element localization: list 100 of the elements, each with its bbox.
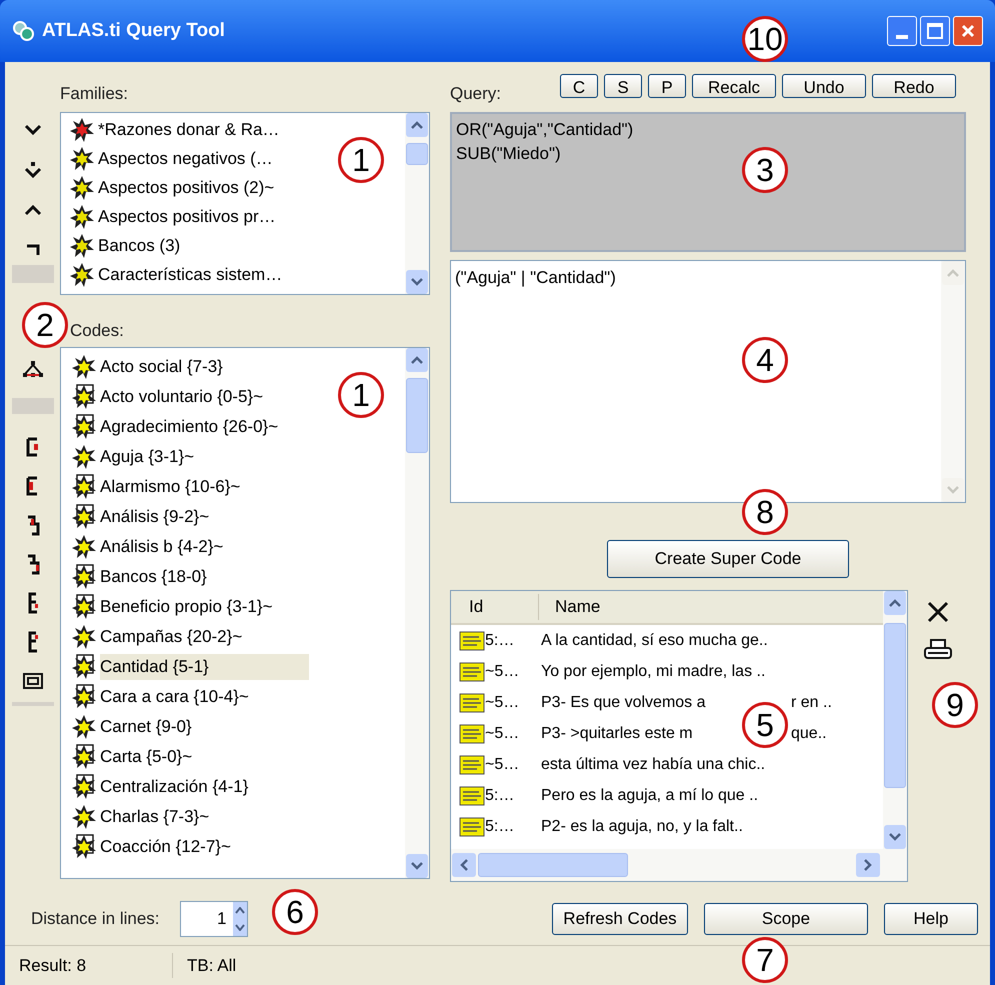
star-document-icon: [71, 594, 97, 620]
scroll-right-button[interactable]: [856, 853, 880, 877]
action-button[interactable]: Refresh Codes: [552, 903, 688, 935]
app-icon: [12, 20, 34, 42]
column-header[interactable]: Name: [539, 594, 600, 620]
name-cell-text: P2- es la aguja, no, y la falt..: [541, 816, 743, 836]
scroll-up-button[interactable]: [884, 591, 906, 615]
quotation-icon: [459, 754, 485, 774]
action-button[interactable]: Help: [884, 903, 978, 935]
scroll-left-button[interactable]: [452, 853, 476, 877]
maximize-button[interactable]: [920, 16, 950, 46]
scroll-thumb[interactable]: [478, 853, 628, 877]
scroll-thumb[interactable]: [406, 378, 428, 453]
code-item[interactable]: Carta {5-0}~: [71, 742, 192, 772]
star-icon: [71, 624, 97, 650]
family-item[interactable]: Aspectos negativos (…: [69, 144, 273, 173]
name-cell-text: r en ..: [791, 692, 832, 712]
status-text: Result: 8: [5, 952, 173, 978]
families-label: Families:: [60, 82, 128, 104]
code-item[interactable]: Coacción {12-7}~: [71, 832, 231, 862]
code-item[interactable]: Charlas {7-3}~: [71, 802, 210, 832]
chevron-up-icon: [411, 121, 423, 129]
star-document-icon: [71, 684, 97, 710]
query-line: SUB("Miedo"): [456, 143, 561, 165]
scroll-thumb[interactable]: [406, 143, 428, 165]
name-cell-text: Yo por ejemplo, mi madre, las ..: [541, 662, 766, 682]
star-icon: [71, 804, 97, 830]
quotation-icon: [459, 692, 485, 712]
id-cell-text: ~5…: [485, 692, 520, 712]
maximize-icon: [927, 23, 943, 39]
id-cell-text: ~5…: [485, 754, 520, 774]
family-item[interactable]: Aspectos positivos (2)~: [69, 173, 274, 202]
minimize-icon: [896, 35, 908, 39]
code-item[interactable]: Análisis {9-2}~: [71, 502, 210, 532]
scroll-thumb[interactable]: [884, 623, 906, 788]
family-item[interactable]: Características sistem…: [69, 260, 282, 289]
star-document-icon: [71, 504, 97, 530]
code-item[interactable]: Alarmismo {10-6}~: [71, 472, 240, 502]
scroll-down-button[interactable]: [406, 854, 428, 878]
scroll-up-button[interactable]: [406, 113, 428, 137]
scroll-up-button[interactable]: [406, 348, 428, 372]
query-button[interactable]: Undo: [782, 74, 866, 98]
chevron-up-icon: [889, 599, 901, 607]
star-icon: [71, 354, 97, 380]
scroll-down-button[interactable]: [884, 825, 906, 849]
quotation-icon: [459, 724, 485, 744]
chevron-up-icon: [411, 356, 423, 364]
name-cell-text: esta última vez había una chic..: [541, 754, 766, 774]
query-button[interactable]: Redo: [872, 74, 956, 98]
minimize-button[interactable]: [887, 16, 917, 46]
query-button[interactable]: C: [560, 74, 598, 98]
code-item[interactable]: Análisis b {4-2}~: [71, 532, 224, 562]
quotation-icon: [459, 816, 485, 836]
codes-label: Codes:: [70, 320, 124, 342]
expression-text: ("Aguja" | "Cantidad"): [455, 268, 616, 287]
query-button[interactable]: S: [604, 74, 642, 98]
code-item[interactable]: Beneficio propio {3-1}~: [71, 592, 272, 622]
code-item[interactable]: Centralización {4-1}: [71, 772, 248, 802]
name-cell-text: P3- Es que volvemos a: [541, 692, 707, 712]
query-line: OR("Aguja","Cantidad"): [456, 119, 634, 141]
family-item[interactable]: Aspectos positivos pr…: [69, 202, 276, 231]
action-button[interactable]: Scope: [704, 903, 868, 935]
query-button[interactable]: P: [648, 74, 686, 98]
code-item[interactable]: Acto social {7-3}: [71, 352, 223, 382]
chevron-right-icon: [864, 859, 872, 871]
delete-icon[interactable]: [926, 600, 950, 624]
scroll-down-button[interactable]: [406, 270, 428, 294]
code-item[interactable]: Carnet {9-0}: [71, 712, 192, 742]
star-icon: [71, 714, 97, 740]
id-cell-text: ~5…: [485, 724, 520, 744]
code-item[interactable]: Cara a cara {10-4}~: [71, 682, 249, 712]
star-document-icon: [71, 654, 97, 680]
status-text: TB: All: [186, 954, 236, 977]
quotation-icon: [459, 786, 485, 806]
family-item[interactable]: Bancos (3): [69, 231, 180, 260]
code-item[interactable]: Aguja {3-1}~: [71, 442, 194, 472]
close-button[interactable]: [953, 16, 983, 46]
chevron-down-icon: [889, 833, 901, 841]
family-item[interactable]: *Razones donar & Ra…: [69, 115, 280, 144]
star-document-icon: [71, 414, 97, 440]
chevron-down-icon: [411, 862, 423, 870]
frame-icon[interactable]: [22, 670, 44, 692]
name-cell-text: A la cantidad, sí eso mucha ge..: [541, 630, 768, 650]
quotation-icon: [459, 630, 485, 650]
column-header[interactable]: Id: [451, 594, 539, 620]
create-super-code-button[interactable]: Create Super Code: [607, 540, 849, 578]
name-cell-text: que..: [791, 724, 827, 744]
star-document-icon: [71, 384, 97, 410]
star-document-icon: [71, 774, 97, 800]
query-button[interactable]: Recalc: [692, 74, 776, 98]
name-cell-text: P3- >quitarles este m: [541, 724, 694, 744]
code-item[interactable]: Bancos {18-0}: [71, 562, 207, 592]
code-item[interactable]: Acto voluntario {0-5}~: [71, 382, 264, 412]
star-document-icon: [71, 834, 97, 860]
name-cell-text: Pero es la aguja, a mí lo que ..: [541, 786, 758, 806]
chevron-up-icon: [947, 269, 959, 277]
code-item[interactable]: Campañas {20-2}~: [71, 622, 242, 652]
code-item[interactable]: Agradecimiento {26-0}~: [71, 412, 278, 442]
star-icon: [71, 534, 97, 560]
close-icon: [961, 24, 975, 38]
